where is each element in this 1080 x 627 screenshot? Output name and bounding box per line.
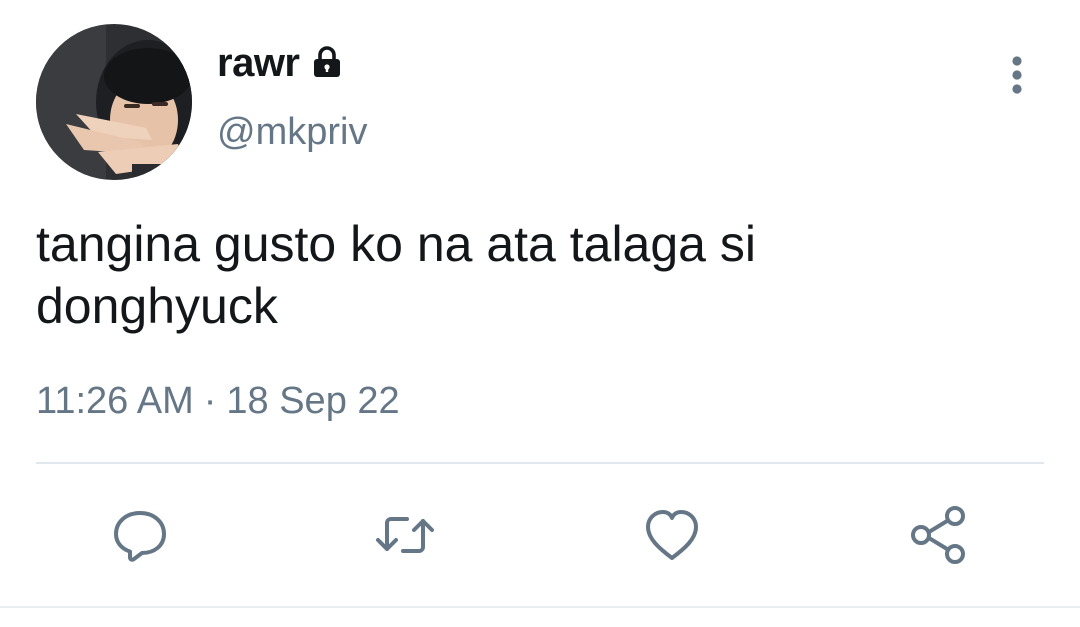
avatar[interactable] (36, 24, 192, 180)
tweet-card: rawr @mkpriv tangina gusto ko na ata tal… (0, 0, 1080, 627)
divider (36, 462, 1044, 464)
avatar-photo (36, 24, 192, 180)
reply-button[interactable] (108, 503, 172, 567)
lock-icon (314, 46, 340, 77)
tweet-date: 18 Sep 22 (226, 380, 400, 422)
tweet-text: tangina gusto ko na ata talaga si donghy… (36, 216, 756, 334)
tweet-time: 11:26 AM (36, 380, 194, 422)
bottom-divider (0, 606, 1080, 608)
retweet-icon (376, 517, 434, 553)
share-button[interactable] (906, 503, 970, 567)
meta-separator: · (203, 380, 217, 422)
like-button[interactable] (640, 503, 704, 567)
retweet-button[interactable] (373, 503, 437, 567)
tweet-timestamp: 11:26 AM · 18 Sep 22 (36, 378, 400, 424)
display-name[interactable]: rawr (217, 40, 300, 86)
reply-icon (114, 511, 166, 562)
user-handle[interactable]: @mkpriv (217, 110, 367, 154)
share-icon (911, 506, 965, 564)
heart-icon (646, 510, 698, 560)
more-options-icon[interactable] (998, 52, 1036, 100)
